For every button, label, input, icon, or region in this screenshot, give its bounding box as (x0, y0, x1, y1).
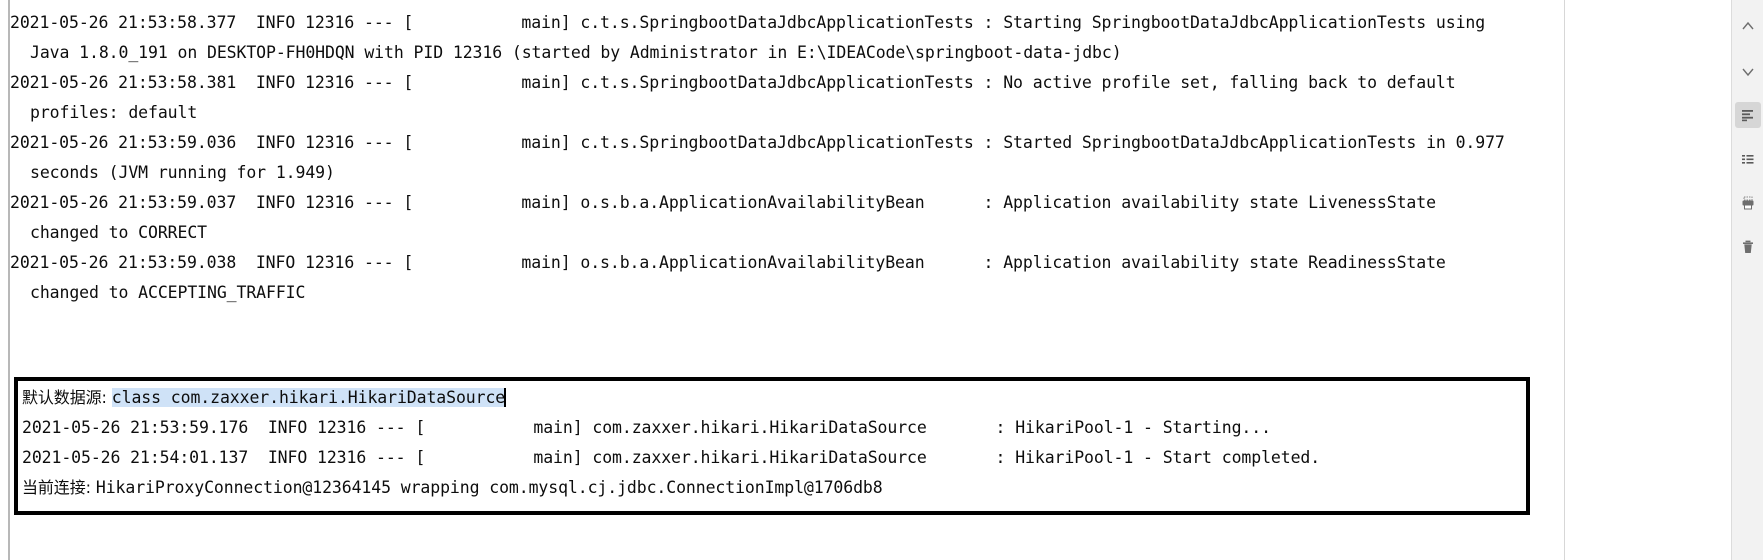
datasource-label: 默认数据源: (22, 388, 112, 407)
log-line: 2021-05-26 21:53:58.381 INFO 12316 --- [… (10, 73, 1456, 92)
log-line: 2021-05-26 21:54:01.137 INFO 12316 --- [… (22, 448, 1321, 467)
text-caret (504, 388, 507, 407)
console-gutter (0, 0, 10, 560)
datasource-value-selected[interactable]: class com.zaxxer.hikari.HikariDataSource (111, 388, 505, 407)
toolbar-empty-area (1565, 0, 1731, 560)
print-icon[interactable] (1735, 190, 1761, 216)
console-output-area[interactable]: 2021-05-26 21:53:58.377 INFO 12316 --- [… (0, 0, 1565, 560)
log-line: 2021-05-26 21:53:59.036 INFO 12316 --- [… (10, 133, 1505, 152)
log-line: Java 1.8.0_191 on DESKTOP-FH0HDQN with P… (30, 43, 1122, 62)
datasource-line: 默认数据源: class com.zaxxer.hikari.HikariDat… (22, 383, 1522, 413)
connection-line: 当前连接: HikariProxyConnection@12364145 wra… (22, 473, 1522, 503)
log-line: profiles: default (30, 103, 198, 122)
log-line: 2021-05-26 21:53:59.038 INFO 12316 --- [… (10, 253, 1446, 272)
soft-wrap-icon[interactable] (1734, 102, 1761, 128)
log-line: 2021-05-26 21:53:59.176 INFO 12316 --- [… (22, 418, 1271, 437)
log-line: changed to CORRECT (30, 223, 208, 242)
console-action-strip[interactable] (1731, 0, 1763, 560)
highlighted-output-region: 默认数据源: class com.zaxxer.hikari.HikariDat… (22, 383, 1522, 503)
connection-label: 当前连接: (22, 478, 96, 497)
log-line: seconds (JVM running for 1.949) (30, 163, 335, 182)
scroll-up-icon[interactable] (1735, 14, 1761, 40)
trash-icon[interactable] (1735, 234, 1761, 260)
connection-value: HikariProxyConnection@12364145 wrapping … (95, 478, 883, 497)
log-line: changed to ACCEPTING_TRAFFIC (30, 283, 306, 302)
console-panel: 2021-05-26 21:53:58.377 INFO 12316 --- [… (0, 0, 1763, 560)
list-lines-icon[interactable] (1735, 146, 1761, 172)
scroll-down-icon[interactable] (1735, 58, 1761, 84)
console-toolbar (1565, 0, 1763, 560)
log-line: 2021-05-26 21:53:58.377 INFO 12316 --- [… (10, 13, 1486, 32)
log-line: 2021-05-26 21:53:59.037 INFO 12316 --- [… (10, 193, 1436, 212)
